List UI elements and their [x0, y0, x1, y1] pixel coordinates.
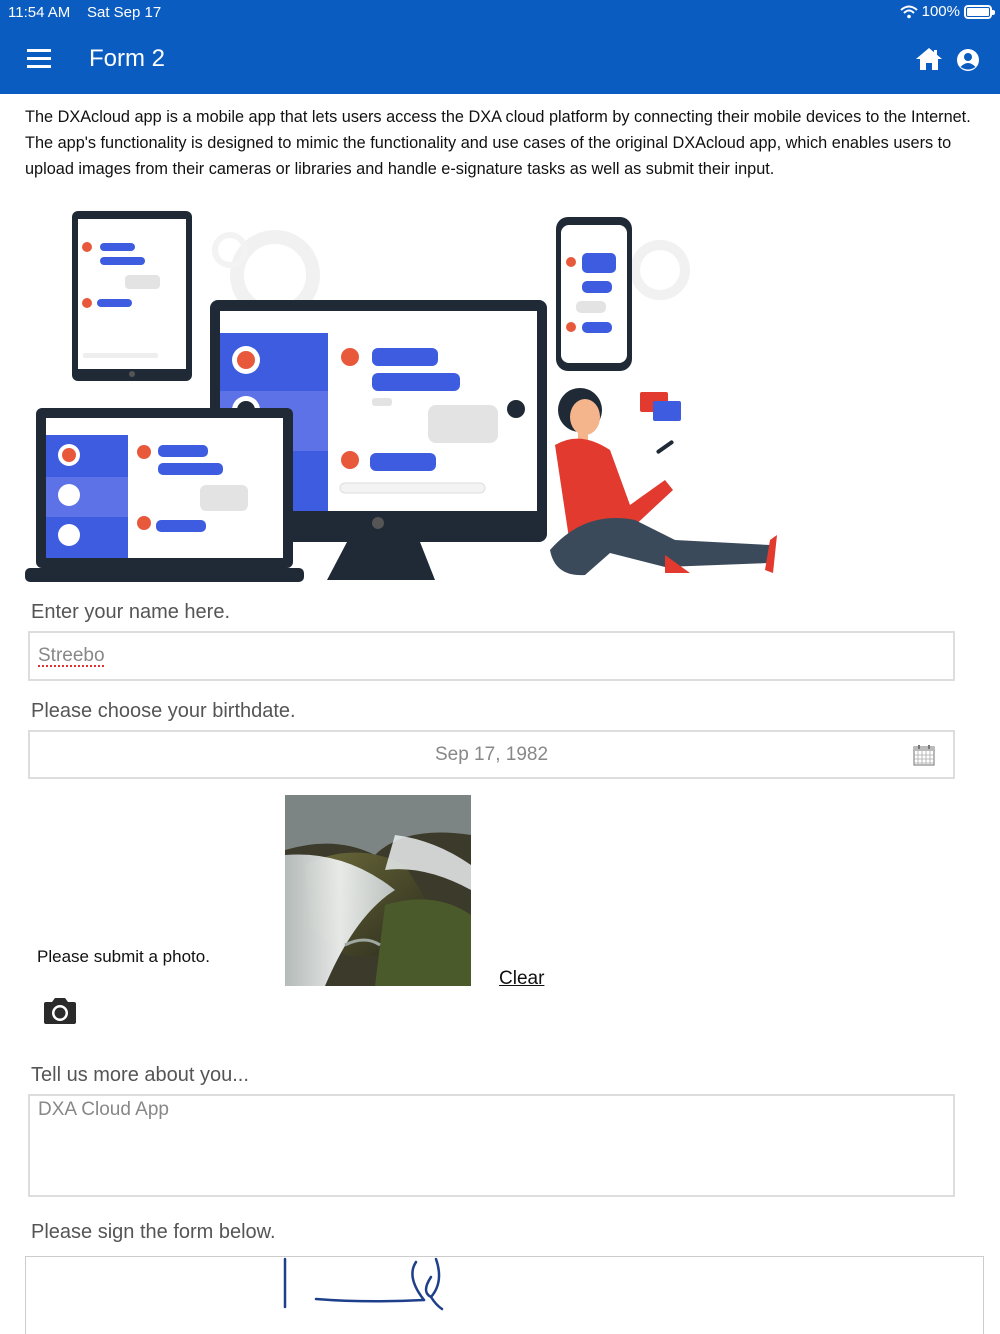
devices-illustration: [25, 211, 777, 582]
name-input-value: Streebo: [38, 645, 105, 666]
birthdate-picker[interactable]: Sep 17, 1982: [28, 730, 955, 779]
about-textarea[interactable]: DXA Cloud App: [28, 1094, 955, 1197]
status-bar: 11:54 AM Sat Sep 17 100%: [0, 0, 1000, 26]
signature-pad[interactable]: [25, 1256, 984, 1334]
signature-stroke: [283, 1257, 444, 1311]
battery-percent: 100%: [921, 3, 960, 20]
battery-icon: [964, 4, 995, 19]
home-icon[interactable]: [915, 46, 943, 72]
clear-photo-link[interactable]: Clear: [499, 968, 544, 990]
name-input[interactable]: Streebo: [28, 631, 955, 681]
birthdate-label: Please choose your birthdate.: [31, 700, 296, 722]
photo-label: Please submit a photo.: [37, 947, 210, 966]
status-right: 100%: [899, 3, 995, 20]
account-circle-icon[interactable]: [956, 48, 980, 72]
signature-label: Please sign the form below.: [31, 1221, 276, 1243]
uploaded-photo: [285, 795, 471, 986]
calendar-icon[interactable]: [913, 744, 935, 766]
app-description: The DXAcloud app is a mobile app that le…: [25, 108, 971, 178]
camera-icon[interactable]: [42, 996, 78, 1026]
name-label: Enter your name here.: [31, 601, 230, 623]
wifi-icon: [899, 5, 918, 18]
birthdate-value: Sep 17, 1982: [434, 744, 549, 765]
status-time: 11:54 AM: [8, 4, 71, 21]
about-label: Tell us more about you...: [31, 1064, 249, 1086]
about-textarea-value: DXA Cloud App: [38, 1099, 169, 1120]
page-title: Form 2: [89, 45, 166, 72]
app-bar: 11:54 AM Sat Sep 17 100% Form 2: [0, 0, 1000, 94]
status-date: Sat Sep 17: [87, 4, 162, 21]
hamburger-menu-icon[interactable]: [27, 49, 53, 69]
